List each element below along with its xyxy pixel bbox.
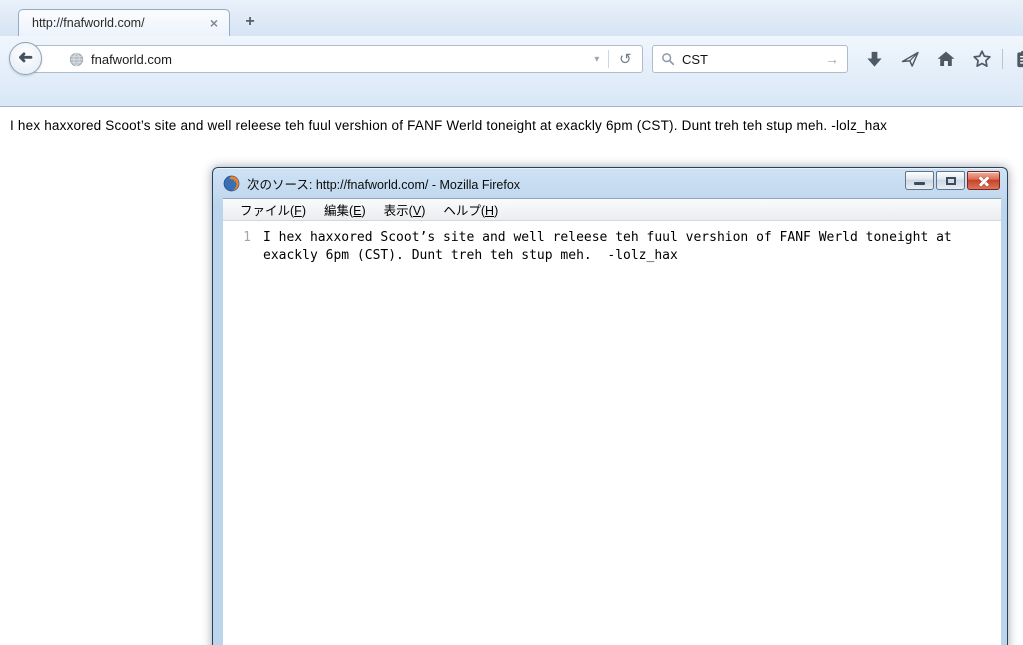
globe-icon	[69, 52, 84, 66]
url-dropdown-icon[interactable]: ▾	[585, 54, 608, 65]
bookmarks-list-icon[interactable]	[1012, 48, 1023, 70]
navigation-bar: ➜ fnafworld.com ▾ ↻ CST →	[0, 36, 1023, 107]
star-icon[interactable]	[971, 48, 993, 70]
menu-bar: ファイル(F) 編集(E) 表示(V) ヘルプ(H)	[223, 199, 1001, 221]
firefox-icon	[223, 175, 240, 191]
close-icon	[978, 175, 990, 187]
close-button[interactable]	[967, 171, 1000, 190]
back-button[interactable]: ➜	[9, 42, 42, 75]
menu-help[interactable]: ヘルプ(H)	[434, 200, 507, 219]
minimize-button[interactable]	[905, 171, 934, 190]
window-controls	[905, 171, 1000, 190]
source-text: I hex haxxored Scoot’s site and well rel…	[263, 230, 960, 263]
window-body: ファイル(F) 編集(E) 表示(V) ヘルプ(H) 1 I hex haxxo…	[223, 198, 1001, 645]
new-tab-button[interactable]: +	[240, 13, 260, 32]
line-number: 1	[243, 230, 251, 245]
window-title: 次のソース: http://fnafworld.com/ - Mozilla F…	[247, 177, 521, 192]
search-bar[interactable]: CST →	[652, 45, 848, 73]
maximize-button[interactable]	[936, 171, 965, 190]
send-icon[interactable]	[899, 48, 921, 70]
page-body-text: I hex haxxored Scoot’s site and well rel…	[10, 118, 888, 133]
tab-title: http://fnafworld.com/	[32, 16, 145, 30]
screenshot-root: http://fnafworld.com/ × + ➜ fnafworld.co…	[0, 0, 1023, 645]
url-controls: ▾ ↻	[585, 46, 642, 72]
search-input[interactable]: CST	[682, 52, 825, 67]
menu-file[interactable]: ファイル(F)	[231, 200, 315, 219]
url-text[interactable]: fnafworld.com	[91, 52, 585, 67]
tab-strip: http://fnafworld.com/ × +	[0, 0, 1023, 36]
toolbar-separator	[1002, 49, 1003, 69]
toolbar-icons	[856, 48, 1023, 70]
window-titlebar[interactable]: 次のソース: http://fnafworld.com/ - Mozilla F…	[213, 168, 1007, 198]
url-bar[interactable]: fnafworld.com ▾ ↻	[26, 45, 643, 73]
view-source-window: 次のソース: http://fnafworld.com/ - Mozilla F…	[212, 167, 1008, 645]
source-code-area[interactable]: 1 I hex haxxored Scoot’s site and well r…	[223, 221, 1001, 265]
reload-icon[interactable]: ↻	[609, 50, 642, 68]
tab-fnafworld[interactable]: http://fnafworld.com/ ×	[18, 9, 230, 36]
minimize-icon	[914, 182, 925, 185]
home-icon[interactable]	[935, 48, 957, 70]
menu-edit[interactable]: 編集(E)	[315, 200, 375, 219]
download-icon[interactable]	[863, 48, 885, 70]
search-go-icon[interactable]: →	[825, 51, 839, 67]
search-icon	[662, 53, 675, 66]
maximize-icon	[945, 176, 956, 185]
back-arrow-icon: ➜	[17, 47, 34, 67]
tab-close-icon[interactable]: ×	[207, 16, 221, 30]
menu-view[interactable]: 表示(V)	[375, 200, 435, 219]
